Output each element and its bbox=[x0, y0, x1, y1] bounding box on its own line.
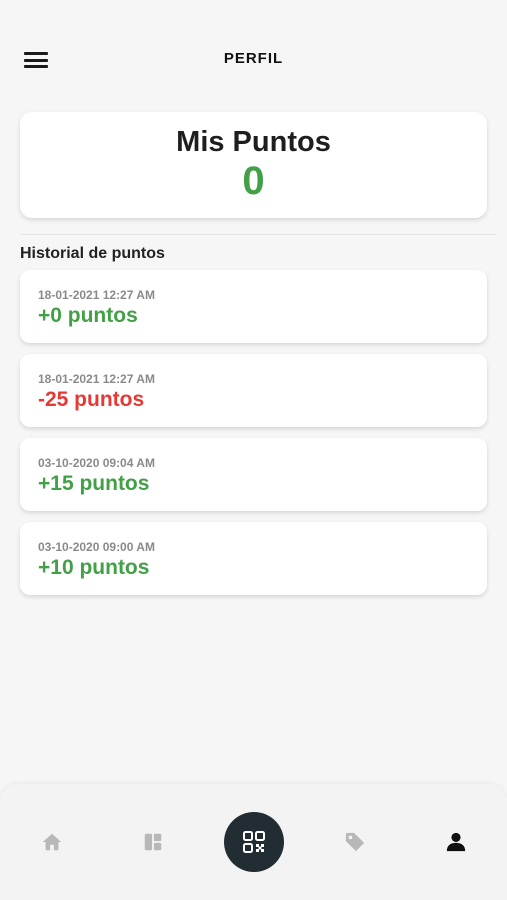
points-label: Mis Puntos bbox=[176, 126, 331, 158]
history-list: 18-01-2021 12:27 AM +0 puntos 18-01-2021… bbox=[20, 270, 487, 606]
tag-icon bbox=[345, 832, 365, 852]
nav-home[interactable] bbox=[32, 826, 72, 858]
history-amount: +15 puntos bbox=[38, 472, 150, 495]
history-item[interactable]: 18-01-2021 12:27 AM -25 puntos bbox=[20, 354, 487, 427]
history-date: 18-01-2021 12:27 AM bbox=[38, 288, 155, 302]
history-title: Historial de puntos bbox=[20, 245, 165, 262]
nav-dashboard[interactable] bbox=[133, 826, 173, 858]
home-icon bbox=[42, 833, 62, 851]
history-amount: +0 puntos bbox=[38, 304, 138, 327]
page-title: PERFIL bbox=[223, 50, 284, 67]
points-value: 0 bbox=[242, 159, 265, 203]
history-item[interactable]: 03-10-2020 09:04 AM +15 puntos bbox=[20, 438, 487, 511]
profile-icon bbox=[446, 832, 466, 852]
dashboard-icon bbox=[144, 833, 162, 851]
status-bar bbox=[0, 0, 507, 26]
bottom-nav bbox=[0, 784, 507, 900]
points-card: Mis Puntos 0 bbox=[20, 112, 487, 218]
divider bbox=[20, 234, 496, 235]
nav-promotions[interactable] bbox=[335, 826, 375, 858]
history-item[interactable]: 03-10-2020 09:00 AM +10 puntos bbox=[20, 522, 487, 595]
history-date: 03-10-2020 09:00 AM bbox=[38, 540, 155, 554]
nav-profile[interactable] bbox=[436, 826, 476, 858]
qr-scan-button[interactable] bbox=[224, 812, 284, 872]
qr-code-icon bbox=[243, 831, 265, 853]
history-date: 03-10-2020 09:04 AM bbox=[38, 456, 155, 470]
history-item[interactable]: 18-01-2021 12:27 AM +0 puntos bbox=[20, 270, 487, 343]
history-date: 18-01-2021 12:27 AM bbox=[38, 372, 155, 386]
history-amount: +10 puntos bbox=[38, 556, 150, 579]
header: PERFIL bbox=[0, 40, 507, 80]
history-amount: -25 puntos bbox=[38, 388, 145, 411]
